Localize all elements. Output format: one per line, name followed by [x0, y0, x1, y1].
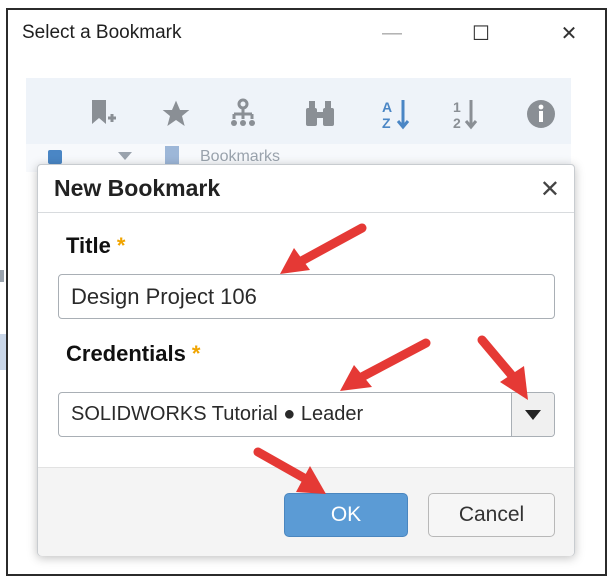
maximize-button[interactable]: ☐ [466, 18, 496, 48]
title-input[interactable]: Design Project 106 [58, 274, 555, 319]
dropdown-arrow-icon [525, 409, 541, 420]
checkbox-icon[interactable] [48, 150, 62, 164]
svg-text:2: 2 [453, 115, 461, 131]
bookmark-folder-icon [165, 146, 179, 164]
svg-text:Z: Z [382, 115, 391, 131]
svg-text:A: A [382, 99, 392, 115]
credentials-field-label: Credentials * [66, 341, 200, 367]
bookmark-add-icon[interactable] [85, 96, 121, 132]
callout-arrow-icon [280, 223, 367, 274]
left-edge-selection [0, 334, 6, 370]
binoculars-icon[interactable] [302, 96, 338, 132]
hierarchy-icon[interactable] [225, 96, 261, 132]
left-edge-marker [0, 270, 4, 282]
title-label-text: Title [66, 233, 111, 258]
credentials-selected-value: SOLIDWORKS Tutorial ● Leader [71, 403, 364, 425]
chevron-down-icon[interactable] [118, 152, 132, 160]
callout-arrow-icon [477, 335, 528, 400]
window-title: Select a Bookmark [22, 22, 182, 43]
required-star-icon: * [191, 341, 201, 366]
required-star-icon: * [116, 233, 126, 258]
star-icon[interactable] [158, 96, 194, 132]
title-field-label: Title * [66, 233, 125, 259]
cancel-button[interactable]: Cancel [428, 493, 555, 537]
callout-arrow-icon [340, 338, 431, 391]
svg-text:1: 1 [453, 99, 461, 115]
sort-numeric-icon[interactable]: 12 [448, 96, 484, 132]
info-icon[interactable] [523, 96, 559, 132]
dialog-close-button[interactable]: ✕ [540, 175, 560, 204]
credentials-label-text: Credentials [66, 341, 186, 366]
sort-alpha-icon[interactable]: AZ [378, 96, 414, 132]
minimize-button[interactable]: — [377, 18, 407, 48]
callout-arrow-icon [253, 447, 326, 494]
dialog-title: New Bookmark [54, 175, 221, 201]
dialog-header: New Bookmark ✕ [38, 165, 574, 213]
window-close-button[interactable]: ✕ [554, 18, 584, 48]
